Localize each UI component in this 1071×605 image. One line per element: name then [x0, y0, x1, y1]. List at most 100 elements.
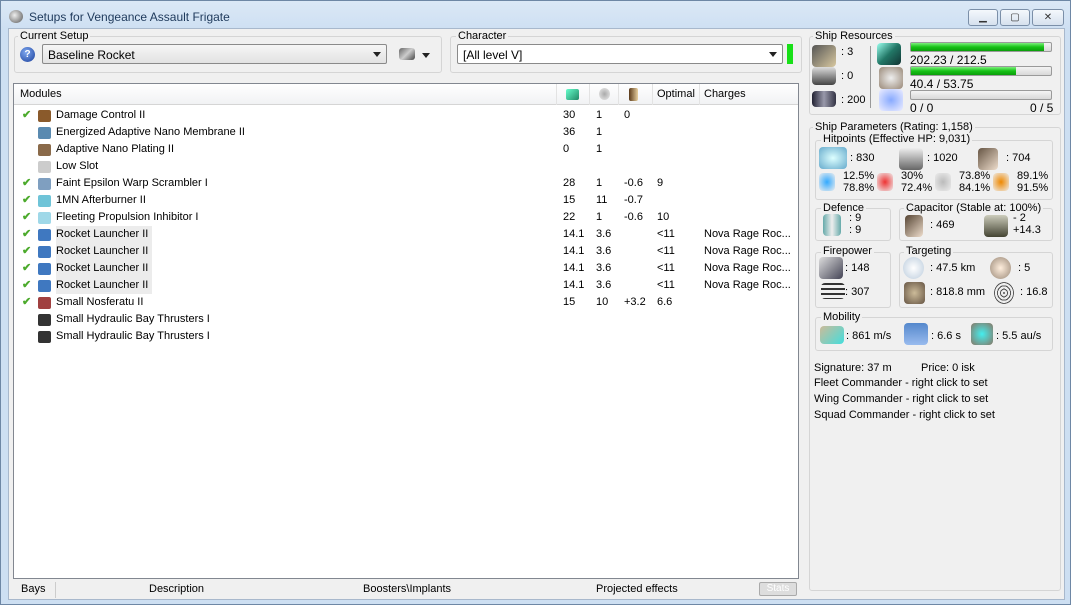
module-icon [38, 331, 51, 343]
module-name: Damage Control II [56, 109, 146, 121]
cpu-bar-fill [911, 43, 1045, 51]
active-check-icon[interactable]: ✔ [22, 107, 31, 124]
signature-value: Signature: 37 m [814, 362, 892, 374]
active-check-icon[interactable]: ✔ [22, 243, 31, 260]
module-optimal: 9 [657, 177, 664, 189]
tab-boosters-implants[interactable]: Boosters\Implants [363, 583, 451, 595]
tab-bays[interactable]: Bays [21, 583, 45, 595]
module-icon [38, 297, 51, 309]
module-row[interactable]: Adaptive Nano Plating II 0 1 [14, 141, 798, 158]
divider [55, 582, 56, 598]
ship-parameters-label: Ship Parameters (Rating: 1,158) [813, 121, 975, 133]
module-icon [38, 144, 51, 156]
powergrid-bar [910, 66, 1052, 76]
help-icon[interactable]: ? [20, 47, 35, 62]
kinetic-resist-armor: 84.1% [959, 182, 991, 194]
header-powergrid[interactable] [589, 84, 618, 105]
module-cpu: 15 [563, 296, 576, 308]
module-name: Energized Adaptive Nano Membrane II [56, 126, 245, 138]
stats-button[interactable]: Stats [759, 582, 797, 596]
module-cpu: 36 [563, 126, 576, 138]
app-icon [9, 10, 23, 23]
capacitor-delta-b: +14.3 [1013, 224, 1041, 236]
warp-speed-icon [971, 323, 993, 345]
header-charges[interactable]: Charges [699, 84, 798, 105]
module-cpu: 28 [563, 177, 576, 189]
launcher-hardpoint-icon [812, 67, 836, 85]
module-powergrid: 10 [596, 296, 609, 308]
header-cpu[interactable] [556, 84, 589, 105]
chevron-down-icon[interactable] [422, 53, 430, 58]
explosive-resist-armor: 91.5% [1017, 182, 1049, 194]
active-check-icon[interactable]: ✔ [22, 209, 31, 226]
powergrid-bar-fill [911, 67, 1017, 75]
header-optimal[interactable]: Optimal [652, 84, 699, 105]
active-check-icon[interactable]: ✔ [22, 175, 31, 192]
header-capacitor[interactable] [618, 84, 652, 105]
squad-commander[interactable]: Squad Commander - right click to set [814, 409, 995, 421]
close-button[interactable]: ✕ [1032, 9, 1064, 26]
module-optimal: 10 [657, 211, 670, 223]
velocity-icon [820, 326, 844, 344]
module-optimal: 6.6 [657, 296, 673, 308]
module-charges: Nova Rage Roc... [704, 228, 791, 240]
bottom-tabs: Bays Description Boosters\Implants Proje… [13, 580, 799, 599]
tab-description[interactable]: Description [149, 583, 204, 595]
firepower-value-a: : 148 [845, 262, 870, 274]
module-capacitor: -0.6 [624, 211, 643, 223]
module-row[interactable]: Low Slot [14, 158, 798, 175]
window-title: Setups for Vengeance Assault Frigate [29, 10, 230, 24]
module-row[interactable]: ✔ Rocket Launcher II 14.1 3.6 <11 Nova Rage R… [14, 226, 798, 243]
structure-hp-value: : 704 [1006, 152, 1031, 164]
fleet-commander[interactable]: Fleet Commander - right click to set [814, 377, 988, 389]
module-name: Fleeting Propulsion Inhibitor I [56, 211, 199, 223]
active-check-icon[interactable]: ✔ [22, 277, 31, 294]
thermal-resist-armor: 72.4% [901, 182, 933, 194]
active-check-icon[interactable]: ✔ [22, 260, 31, 277]
em-resist-shield: 12.5% [843, 170, 875, 182]
cpu-icon [877, 43, 901, 65]
cpu-icon [566, 89, 579, 100]
module-row[interactable]: ✔ Small Nosferatu II 15 10 +3.2 6.6 [14, 294, 798, 311]
max-targets-value: : 5 [1018, 262, 1031, 274]
character-label: Character [456, 30, 509, 42]
module-row[interactable]: Small Hydraulic Bay Thrusters I [14, 328, 798, 345]
cpu-bar [910, 42, 1052, 52]
module-row[interactable]: ✔ Damage Control II 30 1 0 [14, 107, 798, 124]
setup-select[interactable]: Baseline Rocket [42, 44, 387, 64]
align-time-icon [904, 323, 928, 345]
wing-commander[interactable]: Wing Commander - right click to set [814, 393, 988, 405]
module-row[interactable]: Small Hydraulic Bay Thrusters I [14, 311, 798, 328]
module-icon [38, 212, 51, 224]
module-optimal: <11 [657, 245, 675, 257]
module-row[interactable]: ✔ Fleeting Propulsion Inhibitor I 22 1 -0.6 1… [14, 209, 798, 226]
explosive-resist-shield: 89.1% [1017, 170, 1049, 182]
module-cpu: 15 [563, 194, 576, 206]
module-cpu: 14.1 [563, 262, 585, 274]
module-icon [38, 127, 51, 139]
module-name: Low Slot [56, 160, 99, 172]
active-check-icon[interactable]: ✔ [22, 226, 31, 243]
divider [870, 46, 871, 108]
minimize-button[interactable]: ▁ [968, 9, 998, 26]
ship-menu-icon[interactable] [399, 48, 415, 60]
character-select[interactable]: [All level V] [457, 44, 783, 64]
drone-bay-icon [812, 91, 836, 107]
tab-projected-effects[interactable]: Projected effects [596, 583, 678, 595]
structure-hp-icon [978, 148, 998, 170]
module-row[interactable]: ✔ Faint Epsilon Warp Scrambler I 28 1 -0.6 9 [14, 175, 798, 192]
header-modules[interactable]: Modules [14, 84, 62, 105]
module-name: 1MN Afterburner II [56, 194, 146, 206]
active-check-icon[interactable]: ✔ [22, 294, 31, 311]
warp-speed-value: : 5.5 au/s [996, 330, 1042, 342]
modules-list[interactable]: Modules Optimal Charges ✔ Damage Control … [13, 83, 799, 579]
module-row[interactable]: ✔ 1MN Afterburner II 15 11 -0.7 [14, 192, 798, 209]
module-capacitor: 0 [624, 109, 631, 121]
maximize-button[interactable]: ▢ [1000, 9, 1030, 26]
module-row[interactable]: ✔ Rocket Launcher II 14.1 3.6 <11 Nova Rage R… [14, 243, 798, 260]
module-powergrid: 3.6 [596, 228, 612, 240]
module-row[interactable]: ✔ Rocket Launcher II 14.1 3.6 <11 Nova Rage R… [14, 277, 798, 294]
module-row[interactable]: ✔ Rocket Launcher II 14.1 3.6 <11 Nova Rage R… [14, 260, 798, 277]
module-row[interactable]: Energized Adaptive Nano Membrane II 36 1 [14, 124, 798, 141]
active-check-icon[interactable]: ✔ [22, 192, 31, 209]
